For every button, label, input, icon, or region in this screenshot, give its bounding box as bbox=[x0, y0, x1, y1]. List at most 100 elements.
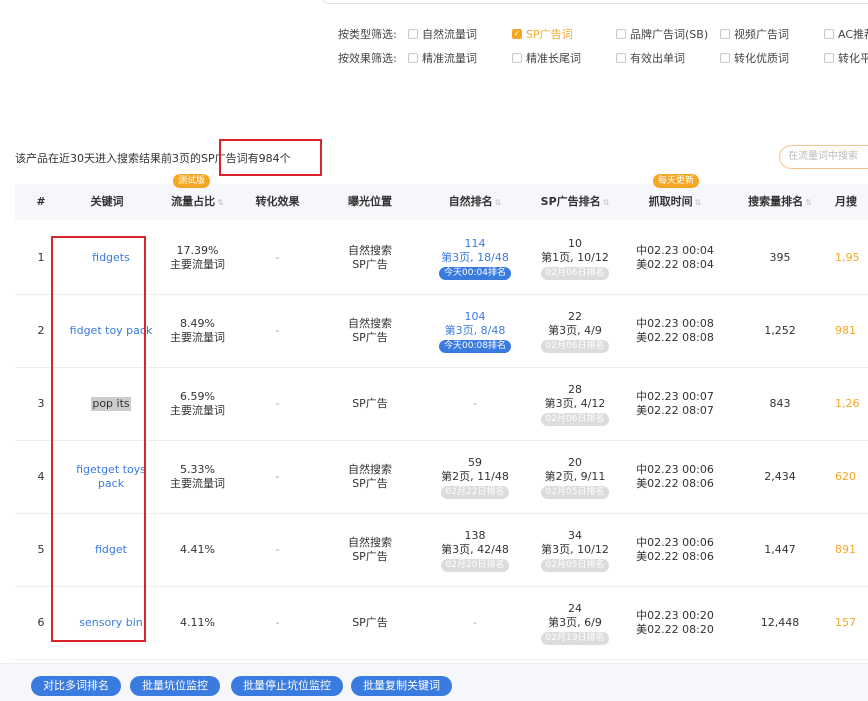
organic-rank: 138 第3页, 42/48 02月20日排名 bbox=[425, 514, 525, 586]
sort-icon[interactable]: ⇅ bbox=[495, 185, 502, 221]
fetch-time: 中02.23 00:07 美02.22 08:07 bbox=[625, 368, 725, 440]
organic-page: 第3页, 8/48 bbox=[444, 323, 506, 337]
sp-rank: 20 第2页, 9/11 02月05日排名 bbox=[525, 441, 625, 513]
checkbox-icon[interactable] bbox=[616, 29, 626, 39]
exposure-position: SP广告 bbox=[315, 587, 425, 659]
col-organic-rank[interactable]: 自然排名 ⇅ bbox=[425, 184, 525, 220]
time-us: 美02.22 08:08 bbox=[636, 331, 714, 344]
checkbox-checked-icon[interactable]: ✓ bbox=[512, 29, 522, 39]
organic-date-tag: 02月22日排名 bbox=[440, 485, 510, 499]
monthly-search: 620 bbox=[835, 441, 868, 513]
col-search-volume-rank[interactable]: 搜索量排名 ⇅ bbox=[730, 184, 830, 220]
checkbox-icon[interactable] bbox=[408, 53, 418, 63]
filter-high-conversion[interactable]: 转化优质词 bbox=[720, 50, 789, 66]
checkbox-icon[interactable] bbox=[408, 29, 418, 39]
batch-copy-keywords-button[interactable]: 批量复制关键词 bbox=[351, 676, 452, 696]
organic-date-tag: 今天00:08排名 bbox=[439, 339, 511, 353]
col-conversion: 转化效果 bbox=[255, 195, 300, 208]
share-tag: 主要流量词 bbox=[170, 331, 225, 344]
sp-date-tag: 02月06日排名 bbox=[540, 339, 610, 353]
checkbox-icon[interactable] bbox=[512, 53, 522, 63]
filter-precise-traffic[interactable]: 精准流量词 bbox=[408, 50, 477, 66]
sp-date-tag: 02月05日排名 bbox=[540, 485, 610, 499]
organic-date-tag: 02月20日排名 bbox=[440, 558, 510, 572]
traffic-share: 4.41% bbox=[155, 514, 240, 586]
col-fetch-time[interactable]: 每天更新 抓取时间 ⇅ bbox=[625, 174, 725, 221]
annotation-box-keywords bbox=[51, 236, 146, 642]
organic-rank[interactable]: 114 第3页, 18/48 今天00:04排名 bbox=[425, 222, 525, 294]
traffic-share: 5.33% 主要流量词 bbox=[155, 441, 240, 513]
sp-page: 第1页, 10/12 bbox=[541, 250, 609, 264]
sp-rank-value: 10 bbox=[568, 236, 582, 250]
organic-rank-value: - bbox=[473, 616, 477, 629]
organic-rank: - bbox=[425, 587, 525, 659]
filter-effective-order[interactable]: 有效出单词 bbox=[616, 50, 685, 66]
filter-video-ad[interactable]: 视频广告词 bbox=[720, 26, 789, 42]
exposure-item: SP广告 bbox=[352, 550, 388, 563]
filter-panel-border bbox=[322, 0, 868, 4]
compare-ranking-button[interactable]: 对比多词排名 bbox=[31, 676, 121, 696]
exposure-item: SP广告 bbox=[352, 331, 388, 344]
filter-precise-longtail[interactable]: 精准长尾词 bbox=[512, 50, 581, 66]
filter-brand-ad[interactable]: 品牌广告词(SB) bbox=[616, 26, 708, 42]
fetch-time: 中02.23 00:06 美02.22 08:06 bbox=[625, 514, 725, 586]
share-value: 8.49% bbox=[180, 317, 215, 330]
volume-rank-value: 12,448 bbox=[760, 616, 800, 629]
sort-icon[interactable]: ⇅ bbox=[805, 185, 812, 221]
organic-rank[interactable]: 104 第3页, 8/48 今天00:08排名 bbox=[425, 295, 525, 367]
monthly-search: 157 bbox=[835, 587, 868, 659]
volume-rank-value: 395 bbox=[769, 251, 791, 264]
search-volume-rank: 1,252 bbox=[730, 295, 830, 367]
checkbox-icon[interactable] bbox=[824, 53, 834, 63]
checkbox-icon[interactable] bbox=[720, 53, 730, 63]
sp-rank-value: 34 bbox=[568, 528, 582, 542]
sp-date-tag: 02月06日排名 bbox=[540, 412, 610, 426]
checkbox-icon[interactable] bbox=[824, 29, 834, 39]
filter-ac-recommend[interactable]: AC推荐 bbox=[824, 26, 868, 42]
conversion-effect: - bbox=[240, 295, 315, 367]
filter-sp-ad[interactable]: ✓ SP广告词 bbox=[512, 26, 573, 42]
checkbox-icon[interactable] bbox=[616, 53, 626, 63]
checkbox-icon[interactable] bbox=[720, 29, 730, 39]
monthly-search: 1,26 bbox=[835, 368, 868, 440]
time-us: 美02.22 08:04 bbox=[636, 258, 714, 271]
share-value: 6.59% bbox=[180, 390, 215, 403]
volume-rank-value: 2,434 bbox=[764, 470, 796, 483]
time-us: 美02.22 08:06 bbox=[636, 477, 714, 490]
organic-date-tag: 今天00:04排名 bbox=[439, 266, 511, 280]
batch-monitor-button[interactable]: 批量坑位监控 bbox=[130, 676, 220, 696]
col-sp-rank[interactable]: SP广告排名 ⇅ bbox=[525, 184, 625, 220]
filter-organic-traffic[interactable]: 自然流量词 bbox=[408, 26, 477, 42]
exposure-position: 自然搜索 SP广告 bbox=[315, 222, 425, 294]
traffic-share: 17.39% 主要流量词 bbox=[155, 222, 240, 294]
sort-icon[interactable]: ⇅ bbox=[217, 185, 224, 221]
row-index-text: 6 bbox=[37, 616, 45, 629]
sort-icon[interactable]: ⇅ bbox=[603, 185, 610, 221]
keyword-search-input[interactable]: 在流量词中搜索 bbox=[779, 145, 868, 169]
row-index-text: 2 bbox=[37, 324, 45, 337]
share-value: 17.39% bbox=[176, 244, 219, 257]
effect-filter-row: 按效果筛选: 精准流量词 精准长尾词 有效出单词 转化优质词 转化平 bbox=[338, 50, 868, 66]
sp-page: 第2页, 9/11 bbox=[544, 469, 606, 483]
organic-rank: - bbox=[425, 368, 525, 440]
sort-icon[interactable]: ⇅ bbox=[695, 185, 702, 221]
monthly-value: 157 bbox=[835, 616, 856, 629]
filter-conversion-flat[interactable]: 转化平 bbox=[824, 50, 868, 66]
monthly-search: 891 bbox=[835, 514, 868, 586]
monthly-value: 981 bbox=[835, 324, 856, 337]
effect-filter-label: 按效果筛选: bbox=[338, 52, 397, 65]
monthly-search: 1,95 bbox=[835, 222, 868, 294]
fetch-time: 中02.23 00:04 美02.22 08:04 bbox=[625, 222, 725, 294]
sp-rank-value: 22 bbox=[568, 309, 582, 323]
organic-rank-value: 138 bbox=[464, 528, 486, 542]
conversion-value: - bbox=[275, 470, 280, 483]
row-index-text: 5 bbox=[37, 543, 45, 556]
conversion-value: - bbox=[275, 616, 280, 629]
search-volume-rank: 843 bbox=[730, 368, 830, 440]
share-tag: 主要流量词 bbox=[170, 477, 225, 490]
batch-stop-monitor-button[interactable]: 批量停止坑位监控 bbox=[231, 676, 343, 696]
time-cn: 中02.23 00:08 bbox=[636, 317, 714, 330]
fetch-time: 中02.23 00:06 美02.22 08:06 bbox=[625, 441, 725, 513]
organic-rank-value: 114 bbox=[464, 236, 486, 250]
col-traffic-share[interactable]: 测试版 流量占比 ⇅ bbox=[155, 174, 240, 221]
